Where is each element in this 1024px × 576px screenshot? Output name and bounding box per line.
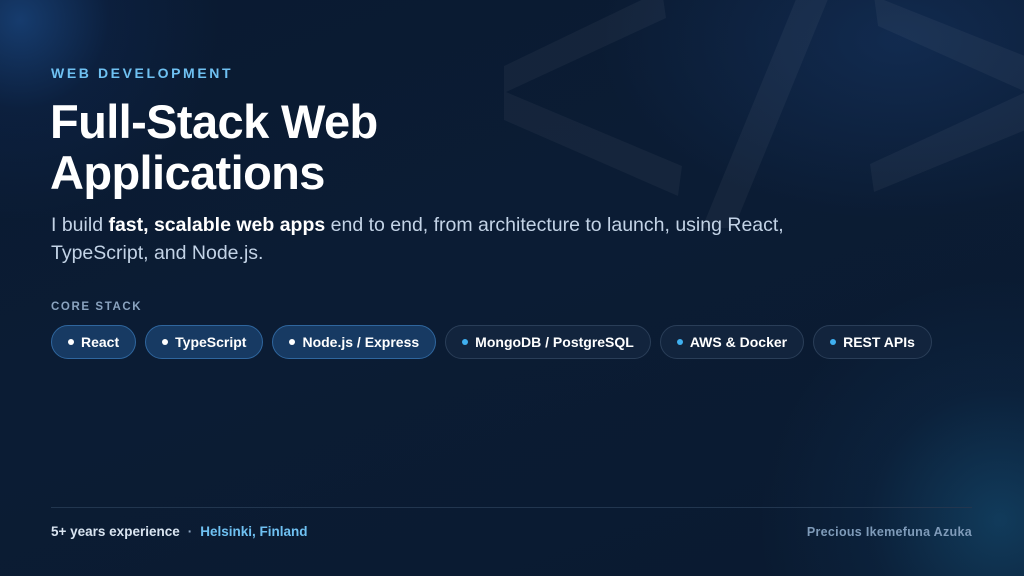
- slide: WEB DEVELOPMENT Full-Stack Web Applicati…: [0, 0, 1024, 576]
- chip-label: REST APIs: [843, 334, 915, 350]
- core-stack-label: CORE STACK: [51, 301, 143, 313]
- footer-separator: ·: [187, 524, 193, 539]
- chip-rest-apis[interactable]: REST APIs: [813, 325, 932, 359]
- core-stack-chips: React TypeScript Node.js / Express Mongo…: [51, 325, 932, 359]
- chip-mongodb-postgresql[interactable]: MongoDB / PostgreSQL: [445, 325, 651, 359]
- chip-label: React: [81, 334, 120, 350]
- experience-text: 5+ years experience: [51, 524, 180, 539]
- author-name: Precious Ikemefuna Azuka: [806, 525, 972, 539]
- dot-icon: [289, 339, 296, 345]
- dot-icon: [830, 339, 837, 345]
- page-title: Full-Stack Web Applications: [50, 96, 610, 198]
- chip-typescript[interactable]: TypeScript: [145, 325, 264, 359]
- chip-label: Node.js / Express: [302, 334, 420, 350]
- eyebrow-label: WEB DEVELOPMENT: [51, 65, 234, 81]
- chip-aws-docker[interactable]: AWS & Docker: [659, 325, 805, 359]
- subtitle-prefix: I build: [51, 214, 109, 236]
- chip-nodejs-express[interactable]: Node.js / Express: [272, 325, 437, 359]
- dot-icon: [676, 339, 683, 345]
- location-text: Helsinki, Finland: [200, 524, 308, 539]
- subtitle-emphasis: fast, scalable web apps: [108, 214, 326, 236]
- chip-label: AWS & Docker: [689, 334, 788, 350]
- chip-label: MongoDB / PostgreSQL: [475, 334, 634, 350]
- dot-icon: [68, 339, 74, 345]
- title-line-2: Applications: [50, 146, 325, 199]
- subtitle: I build fast, scalable web apps end to e…: [51, 211, 811, 267]
- chip-react[interactable]: React: [51, 325, 137, 359]
- title-line-1: Full-Stack Web: [50, 95, 378, 148]
- dot-icon: [462, 339, 469, 345]
- chip-label: TypeScript: [175, 334, 247, 350]
- dot-icon: [162, 339, 169, 345]
- footer-divider: [51, 507, 972, 508]
- footer-meta: 5+ years experience · Helsinki, Finland: [51, 524, 308, 539]
